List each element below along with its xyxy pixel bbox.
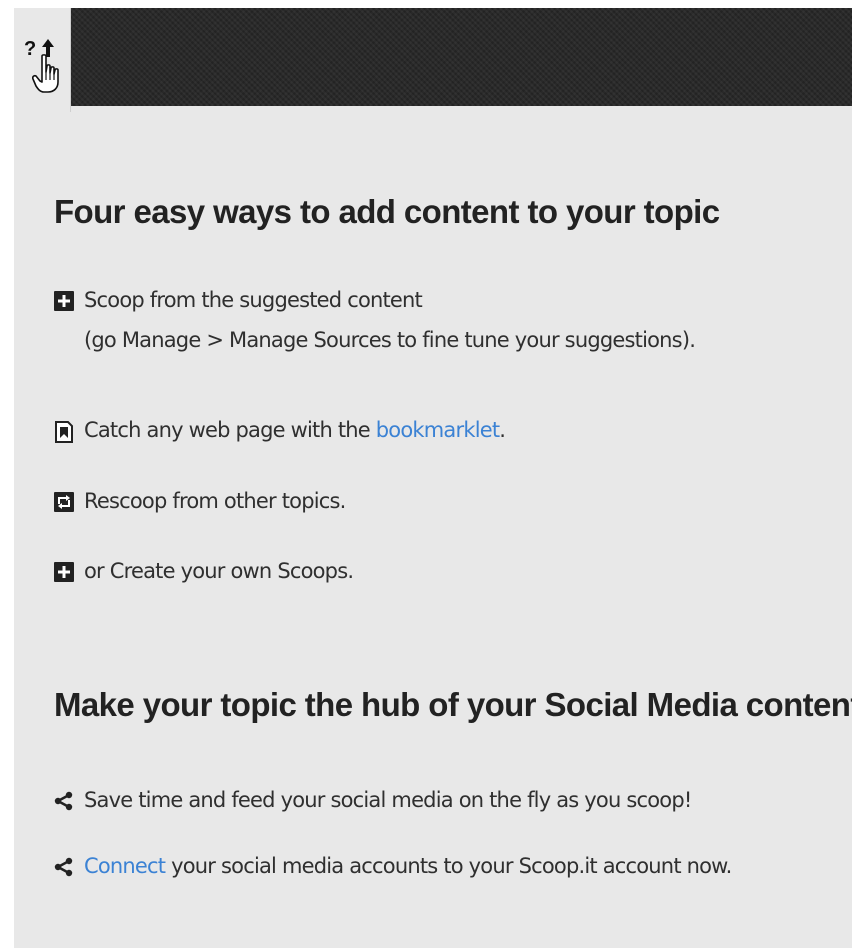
plus-square-icon bbox=[54, 562, 74, 582]
item-text-after: . bbox=[499, 418, 506, 442]
rescoop-icon bbox=[54, 492, 74, 512]
top-bar bbox=[14, 8, 852, 106]
share-icon bbox=[54, 791, 73, 811]
item-text: Save time and feed your social media on … bbox=[84, 788, 692, 812]
item-subtext: (go Manage > Manage Sources to fine tune… bbox=[84, 328, 696, 352]
item-text: Catch any web page with the bookmarklet. bbox=[54, 418, 506, 442]
share-icon bbox=[54, 857, 73, 877]
list-item: Scoop from the suggested content (go Man… bbox=[54, 288, 696, 352]
item-text-after: your social media accounts to your Scoop… bbox=[165, 854, 732, 878]
item-text: Connect your social media accounts to yo… bbox=[54, 854, 732, 878]
section-heading: Four easy ways to add content to your to… bbox=[54, 193, 720, 230]
item-text-before: Catch any web page with the bbox=[84, 418, 376, 442]
plus-square-icon bbox=[54, 291, 74, 311]
hand-cursor-icon bbox=[32, 54, 59, 93]
connect-link[interactable]: Connect bbox=[84, 854, 166, 878]
content-panel: ? Four easy ways to add content to your … bbox=[14, 8, 852, 948]
bookmarklet-link[interactable]: bookmarklet bbox=[376, 418, 500, 442]
item-text: Rescoop from other topics. bbox=[84, 489, 346, 513]
list-item: Connect your social media accounts to yo… bbox=[54, 854, 732, 878]
item-text: or Create your own Scoops. bbox=[84, 559, 354, 583]
section-add-content: Four easy ways to add content to your to… bbox=[54, 193, 720, 231]
bookmark-icon bbox=[55, 421, 73, 443]
section-social-media: Make your topic the hub of your Social M… bbox=[54, 686, 852, 724]
list-item: Catch any web page with the bookmarklet. bbox=[54, 418, 506, 443]
list-item: Rescoop from other topics. bbox=[54, 489, 346, 513]
item-text: Scoop from the suggested content bbox=[84, 288, 423, 312]
section-heading: Make your topic the hub of your Social M… bbox=[54, 686, 852, 723]
help-tab[interactable]: ? bbox=[14, 8, 71, 112]
list-item: or Create your own Scoops. bbox=[54, 559, 354, 583]
list-item: Save time and feed your social media on … bbox=[54, 788, 692, 812]
